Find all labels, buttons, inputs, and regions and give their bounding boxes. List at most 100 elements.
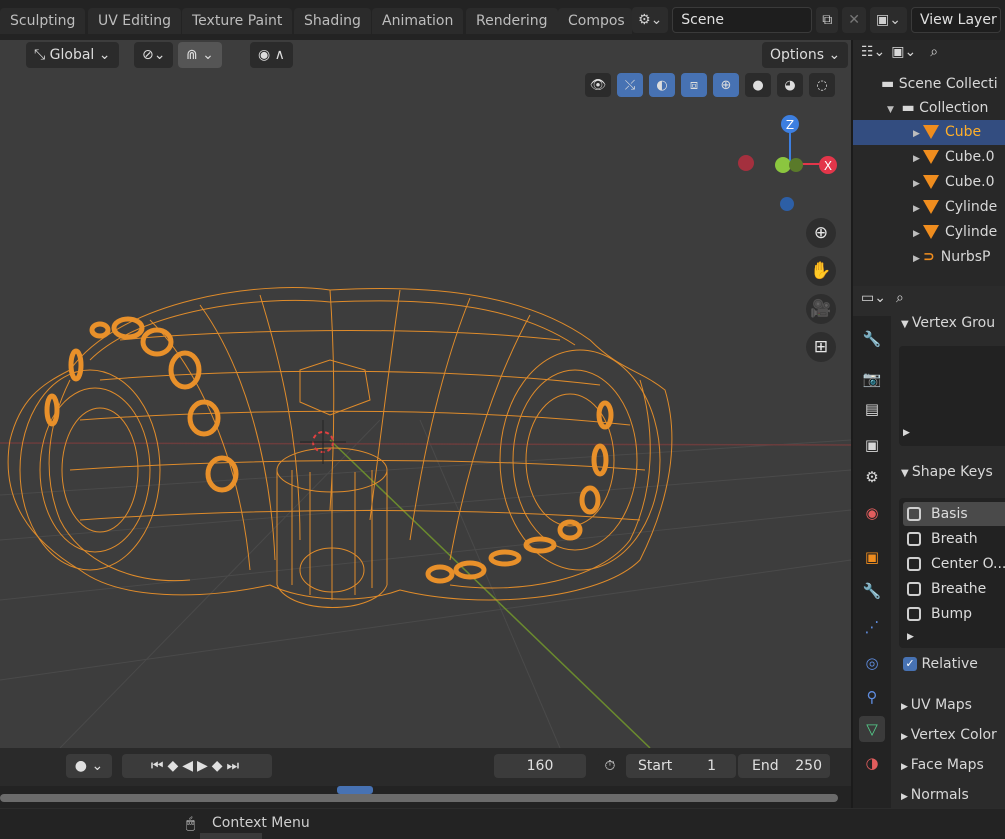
shape-key-item[interactable]: Bump [903,602,1005,626]
view-layer-tab[interactable]: ▣ [859,432,885,458]
perspective-toggle-button[interactable]: ⊞ [806,332,836,362]
view-layer-field[interactable]: View Layer [911,7,1001,33]
shape-key-icon [907,607,921,621]
item-label: Cube [945,124,982,140]
uv-maps-panel-header[interactable]: ▶ UV Maps [891,692,1005,718]
delete-scene-button[interactable]: ✕ [842,7,867,33]
display-mode-dropdown[interactable]: ☷⌄ [861,44,885,64]
material-sphere-icon: ◕ [784,77,796,93]
material-shading-button[interactable]: ◕ [777,73,803,97]
expand-arrow-icon[interactable]: ▶ [907,632,914,642]
editor-type-dropdown[interactable]: ▭⌄ [861,290,886,312]
rendered-sphere-icon: ◌ [816,77,828,93]
outliner-item-cube[interactable]: ▶ Cube [853,120,1005,145]
options-dropdown[interactable]: Options ⌄ [762,42,849,68]
shape-keys-list[interactable]: Basis Breath Center O... Breathe Bump ▶ [899,498,1005,648]
outliner-item[interactable]: ▶ Cylinde [853,220,1005,245]
object-tab[interactable]: ▣ [859,544,885,570]
visibility-dropdown[interactable]: 👁 [585,73,611,97]
output-tab[interactable]: ▤ [859,396,885,422]
expand-arrow-icon[interactable]: ▶ [913,197,923,222]
outliner-item[interactable]: ▶ Cube.0 [853,145,1005,170]
snap-toggle[interactable]: ⋒ ⌄ [178,42,222,68]
shape-key-item[interactable]: Breath [903,527,1005,551]
end-frame-field[interactable]: End 250 [738,754,830,778]
timeline-scrollbar[interactable] [0,794,838,802]
pivot-point-dropdown[interactable]: ⊘⌄ [134,42,174,68]
tab-sculpting[interactable]: Sculpting [0,8,86,34]
playhead[interactable] [337,786,373,794]
render-tab[interactable]: 📷 [859,366,885,392]
expand-arrow-icon[interactable]: ▶ [913,172,923,197]
rendered-shading-button[interactable]: ◌ [809,73,835,97]
panel-title: Vertex Color [910,727,997,743]
proportional-icon: ◉ ∧ [258,47,285,63]
world-tab[interactable]: ◉ [859,500,885,526]
tab-animation[interactable]: Animation [372,8,464,34]
scene-tab[interactable]: ⚙ [859,464,885,490]
outliner-item[interactable]: ▶ Cube.0 [853,170,1005,195]
filter-dropdown[interactable]: ▣⌄ [891,44,916,64]
shape-keys-panel-header[interactable]: ▼ Shape Keys [891,459,1005,485]
outliner-item[interactable]: ▶ ⊃ NurbsP [853,245,1005,270]
pan-button[interactable]: ✋ [806,256,836,286]
current-frame-field[interactable]: 160 [494,754,586,778]
scene-selector-area: ⚙⌄ Scene ⧉ ✕ ▣⌄ View Layer [632,6,1001,34]
expand-arrow-icon[interactable]: ▶ [903,428,910,438]
shape-key-item[interactable]: Breathe [903,577,1005,601]
scene-browse-button[interactable]: ⚙⌄ [632,7,669,33]
overlay-toggle[interactable]: ◐ [649,73,675,97]
wireframe-shading-button[interactable]: ⊕ [713,73,739,97]
panel-title: Vertex Grou [911,315,996,331]
3d-viewport[interactable]: Z X ⤡ Global ⌄ ⊘⌄ ⋒ ⌄ ◉ ∧ Options ⌄ 👁 ⤯ … [0,40,851,748]
tool-tab[interactable]: 🔧 [859,326,885,352]
playback-controls[interactable]: ⏮◆◀▶◆⏭ [122,754,272,778]
search-icon[interactable]: ⌕ [930,44,938,64]
gizmo-toggle[interactable]: ⤯ [617,73,643,97]
camera-view-button[interactable]: 🎥 [806,294,836,324]
pivot-icon: ⊘⌄ [142,47,166,63]
start-frame-field[interactable]: Start 1 [626,754,736,778]
3d-cursor [300,420,346,464]
y-axis-line [329,439,651,748]
tab-compositing[interactable]: Compos [558,8,632,34]
zoom-button[interactable]: ⊕ [806,218,836,248]
proportional-edit-toggle[interactable]: ◉ ∧ [250,42,293,68]
preview-range-toggle[interactable]: ⏱ [596,754,624,778]
tab-uv-editing[interactable]: UV Editing [88,8,182,34]
vertex-groups-panel-header[interactable]: ▼ Vertex Grou [891,310,1005,336]
timeline-ruler[interactable] [0,786,851,808]
expand-arrow-icon[interactable]: ▶ [913,122,923,147]
data-tab[interactable]: ▽ [859,716,885,742]
tab-texture-paint[interactable]: Texture Paint [182,8,293,34]
new-scene-button[interactable]: ⧉ [816,7,839,33]
relative-checkbox[interactable]: ✓ Relative [903,656,978,672]
expand-arrow-icon[interactable]: ▶ [913,247,923,272]
expand-arrow-icon[interactable]: ▶ [913,222,923,247]
solid-shading-button[interactable]: ● [745,73,771,97]
xray-toggle[interactable]: ⧈ [681,73,707,97]
shape-key-item[interactable]: Basis [903,502,1005,526]
keyframe-record-button[interactable]: ● ⌄ [66,754,112,778]
outliner-item[interactable]: ▶ Cylinde [853,195,1005,220]
transform-orientation-dropdown[interactable]: ⤡ Global ⌄ [26,42,119,68]
modifier-tab[interactable]: 🔧 [859,578,885,604]
vertex-groups-list[interactable]: ▶ [899,346,1005,446]
scene-name-field[interactable]: Scene [672,7,813,33]
physics-tab[interactable]: ◎ [859,650,885,676]
expand-arrow-icon[interactable]: ▶ [913,147,923,172]
shape-key-item[interactable]: Center O... [903,552,1005,576]
mesh-icon [923,125,939,139]
particles-tab[interactable]: ⋰ [859,614,885,640]
search-icon[interactable]: ⌕ [896,290,904,312]
tab-rendering[interactable]: Rendering [466,8,558,34]
view-layer-browse-button[interactable]: ▣⌄ [870,7,907,33]
outliner-scene-collection[interactable]: ▬ Scene Collecti [853,72,1005,97]
normals-panel-header[interactable]: ▶ Normals [891,782,1005,808]
outliner-collection[interactable]: ▼ ▬ Collection [853,96,1005,121]
constraints-tab[interactable]: ⚲ [859,684,885,710]
tab-shading[interactable]: Shading [294,8,371,34]
face-maps-panel-header[interactable]: ▶ Face Maps [891,752,1005,778]
vertex-colors-panel-header[interactable]: ▶ Vertex Color [891,722,1005,748]
material-tab[interactable]: ◑ [859,750,885,776]
